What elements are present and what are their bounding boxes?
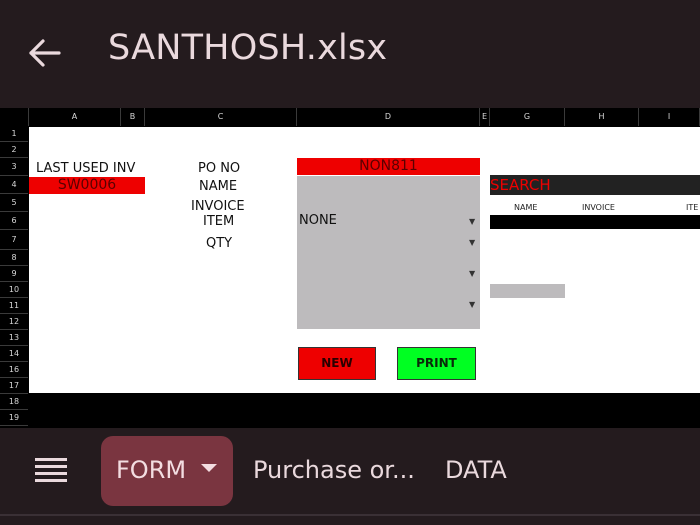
po-no-label: PO NO: [198, 161, 241, 176]
row-header[interactable]: 7: [0, 230, 28, 250]
gray-cell[interactable]: [490, 284, 565, 298]
tab-data[interactable]: DATA: [445, 456, 507, 484]
search-column-item: ITE: [686, 203, 699, 212]
row-header[interactable]: 12: [0, 314, 28, 330]
row-header[interactable]: 8: [0, 250, 28, 266]
arrow-left-icon: [29, 39, 61, 67]
search-column-name: NAME: [514, 203, 538, 212]
row-header[interactable]: 3: [0, 158, 28, 176]
row-header[interactable]: 2: [0, 142, 28, 158]
item-label: ITEM: [203, 214, 235, 229]
last-used-inv-value[interactable]: SW0006: [29, 177, 145, 194]
tab-purchase-order[interactable]: Purchase or...: [253, 456, 415, 484]
row-header[interactable]: 9: [0, 266, 28, 282]
form-input-panel[interactable]: NONE ▼ ▼ ▼ ▼: [297, 176, 480, 329]
cell-grid[interactable]: LAST USED INV SW0006 PO NO NAME INVOICE …: [29, 127, 700, 393]
name-label: NAME: [199, 179, 238, 194]
bottom-divider: [0, 514, 700, 516]
row-header[interactable]: 13: [0, 330, 28, 346]
print-button[interactable]: PRINT: [397, 347, 476, 380]
qty-label: QTY: [206, 236, 233, 251]
column-header-i[interactable]: I: [639, 108, 700, 126]
row-header[interactable]: 1: [0, 126, 28, 142]
column-header-h[interactable]: H: [565, 108, 639, 126]
column-header-a[interactable]: A: [29, 108, 121, 126]
row-header[interactable]: 11: [0, 298, 28, 314]
tab-form-label: FORM: [116, 456, 187, 484]
row-header[interactable]: 18: [0, 394, 28, 410]
search-label: SEARCH: [490, 175, 566, 195]
row-header[interactable]: 16: [0, 362, 28, 378]
row-header[interactable]: 14: [0, 346, 28, 362]
file-title: SANTHOSH.xlsx: [108, 28, 388, 68]
row-header-column: 1 2 3 4 5 6 7 8 9 10 11 12 13 14 16 17 1…: [0, 126, 28, 428]
column-header-row: A B C D E G H I: [0, 108, 700, 126]
row-header[interactable]: 10: [0, 282, 28, 298]
dropdown-arrow-icon[interactable]: ▼: [469, 238, 475, 247]
row-header[interactable]: 4: [0, 176, 28, 194]
dropdown-arrow-icon[interactable]: ▼: [469, 217, 475, 226]
search-results-header-bar: [490, 215, 700, 229]
caret-down-icon[interactable]: [201, 464, 217, 472]
search-column-invoice: INVOICE: [582, 203, 615, 212]
column-header-c[interactable]: C: [145, 108, 297, 126]
back-button[interactable]: [22, 30, 68, 76]
dropdown-arrow-icon[interactable]: ▼: [469, 300, 475, 309]
spreadsheet-view[interactable]: A B C D E G H I 1 2 3 4 5 6 7 8 9 10 11 …: [0, 108, 700, 428]
column-header-b[interactable]: B: [121, 108, 145, 126]
row-header[interactable]: 5: [0, 194, 28, 212]
search-input[interactable]: [566, 175, 700, 195]
last-used-inv-label: LAST USED INV: [36, 161, 136, 176]
row-header[interactable]: 17: [0, 378, 28, 394]
hamburger-menu-icon[interactable]: [33, 455, 69, 487]
row-header[interactable]: 19: [0, 410, 28, 426]
corner-cell[interactable]: [0, 108, 29, 126]
column-header-e[interactable]: E: [480, 108, 490, 126]
item-dropdown-value[interactable]: NONE: [299, 213, 337, 228]
po-no-value[interactable]: NON811: [297, 158, 480, 175]
new-button[interactable]: NEW: [298, 347, 376, 380]
column-header-d[interactable]: D: [297, 108, 480, 126]
dropdown-arrow-icon[interactable]: ▼: [469, 269, 475, 278]
row-header[interactable]: 6: [0, 212, 28, 230]
invoice-label: INVOICE: [191, 199, 245, 214]
column-header-g[interactable]: G: [490, 108, 565, 126]
